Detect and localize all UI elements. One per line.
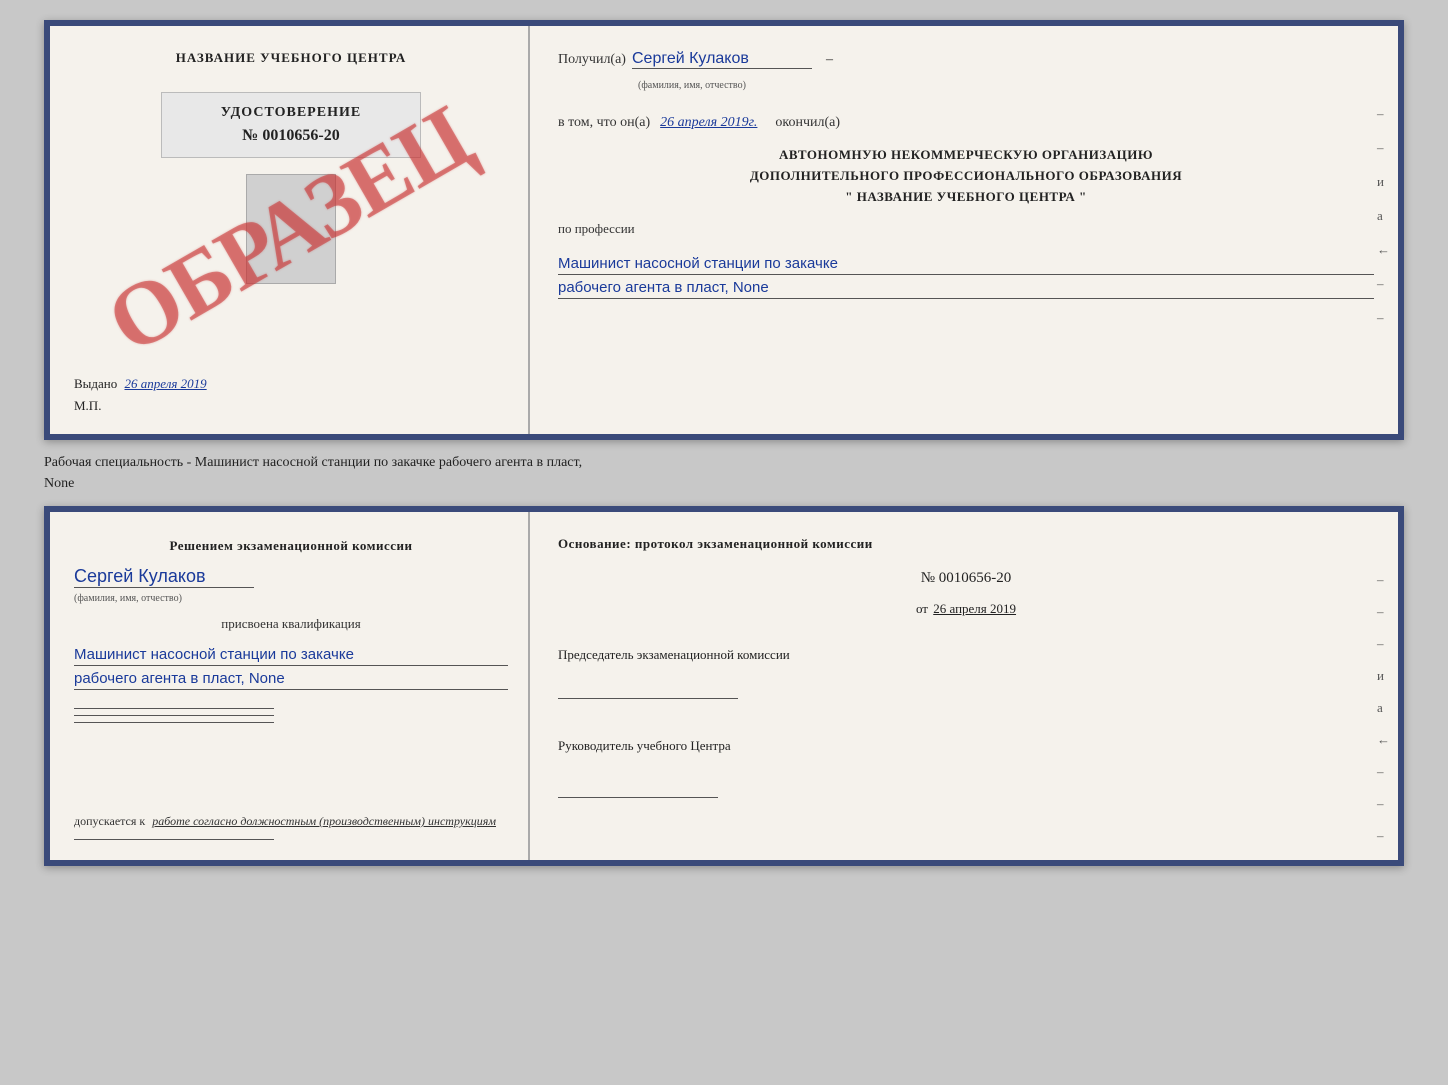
h-line-1 bbox=[74, 708, 274, 709]
right-margin-marks: – – и а ← – – bbox=[1377, 106, 1390, 326]
prisvoena-label: присвоена квалификация bbox=[74, 616, 508, 632]
block-line3: " НАЗВАНИЕ УЧЕБНОГО ЦЕНТРА " bbox=[558, 187, 1374, 208]
h-lines-block bbox=[74, 708, 508, 723]
profession-line2: рабочего агента в пласт, None bbox=[558, 279, 1374, 299]
predsedatel-block: Председатель экзаменационной комиссии bbox=[558, 635, 1374, 704]
h-line-2 bbox=[74, 715, 274, 716]
photo-placeholder bbox=[246, 174, 336, 284]
top-right-panel: Получил(а) Сергей Кулаков – (фамилия, им… bbox=[530, 26, 1398, 434]
okonchil-label: окончил(а) bbox=[775, 115, 840, 131]
bottom-document: Решением экзаменационной комиссии Сергей… bbox=[44, 506, 1404, 866]
qualification-lines: Машинист насосной станции по закачке раб… bbox=[74, 642, 508, 690]
vydano-date: 26 апреля 2019 bbox=[125, 376, 207, 391]
bottom-right-panel: Основание: протокол экзаменационной коми… bbox=[530, 512, 1398, 860]
separator-text: Рабочая специальность - Машинист насосно… bbox=[44, 452, 1404, 494]
bottom-left-panel: Решением экзаменационной комиссии Сергей… bbox=[50, 512, 530, 860]
block-line1: АВТОНОМНУЮ НЕКОММЕРЧЕСКУЮ ОРГАНИЗАЦИЮ bbox=[558, 145, 1374, 166]
top-document: НАЗВАНИЕ УЧЕБНОГО ЦЕНТРА ОБРАЗЕЦ УДОСТОВ… bbox=[44, 20, 1404, 440]
predsedatel-label: Председатель экзаменационной комиссии bbox=[558, 647, 1374, 663]
h-line-bottom bbox=[74, 839, 274, 840]
separator-line1: Рабочая специальность - Машинист насосно… bbox=[44, 452, 1404, 473]
top-left-panel: НАЗВАНИЕ УЧЕБНОГО ЦЕНТРА ОБРАЗЕЦ УДОСТОВ… bbox=[50, 26, 530, 434]
vtom-value: 26 апреля 2019г. bbox=[660, 115, 757, 131]
block-line2: ДОПОЛНИТЕЛЬНОГО ПРОФЕССИОНАЛЬНОГО ОБРАЗО… bbox=[558, 166, 1374, 187]
familiya-subtitle: (фамилия, имя, отчество) bbox=[638, 80, 746, 91]
vtom-row: в том, что он(а) 26 апреля 2019г. окончи… bbox=[558, 115, 1374, 131]
top-center-title: НАЗВАНИЕ УЧЕБНОГО ЦЕНТРА bbox=[176, 50, 407, 66]
separator-line2: None bbox=[44, 473, 1404, 494]
poluchil-label: Получил(а) bbox=[558, 52, 626, 68]
dopuskaetsya-label: допускается к bbox=[74, 814, 145, 828]
poluchil-value: Сергей Кулаков bbox=[632, 50, 812, 69]
h-line-3 bbox=[74, 722, 274, 723]
resheniem-title: Решением экзаменационной комиссии bbox=[74, 536, 508, 556]
qual-line2: рабочего агента в пласт, None bbox=[74, 670, 508, 690]
dopuskaetsya-row: допускается к работе согласно должностны… bbox=[74, 814, 508, 829]
center-block: АВТОНОМНУЮ НЕКОММЕРЧЕСКУЮ ОРГАНИЗАЦИЮ ДО… bbox=[558, 145, 1374, 207]
vtom-label: в том, что он(а) bbox=[558, 115, 650, 131]
mp-label: М.П. bbox=[74, 398, 101, 414]
rukovoditel-block: Руководитель учебного Центра bbox=[558, 726, 1374, 803]
predsedatel-signature bbox=[558, 679, 738, 699]
profession-line1: Машинист насосной станции по закачке bbox=[558, 255, 1374, 275]
right-margin-marks-bottom: – – – и а ← – – – bbox=[1377, 572, 1390, 844]
ot-date-value: 26 апреля 2019 bbox=[933, 601, 1016, 616]
udostoverenie-number: № 0010656-20 bbox=[178, 127, 404, 145]
vydano-line: Выдано 26 апреля 2019 bbox=[74, 366, 207, 392]
familiya-label-bottom: (фамилия, имя, отчество) bbox=[74, 593, 182, 604]
qual-line1: Машинист насосной станции по закачке bbox=[74, 646, 508, 666]
udostoverenie-title: УДОСТОВЕРЕНИЕ bbox=[178, 105, 404, 121]
protocol-number-text: № 0010656-20 bbox=[921, 570, 1012, 586]
profession-lines: Машинист насосной станции по закачке раб… bbox=[558, 251, 1374, 299]
udostoverenie-box: УДОСТОВЕРЕНИЕ № 0010656-20 bbox=[161, 92, 421, 158]
poluchil-row: Получил(а) Сергей Кулаков – bbox=[558, 50, 1374, 69]
dopuskaetsya-value: работе согласно должностным (производств… bbox=[152, 814, 496, 828]
osnovaniye-title: Основание: протокол экзаменационной коми… bbox=[558, 536, 1374, 552]
po-professii-label: по профессии bbox=[558, 221, 1374, 237]
ot-date-row: от 26 апреля 2019 bbox=[558, 601, 1374, 617]
rukovoditel-signature bbox=[558, 778, 718, 798]
ot-label: от bbox=[916, 601, 928, 616]
name-row: Сергей Кулаков (фамилия, имя, отчество) bbox=[74, 566, 508, 606]
rukovoditel-label: Руководитель учебного Центра bbox=[558, 738, 1374, 754]
name-value: Сергей Кулаков bbox=[74, 566, 254, 588]
vydano-label: Выдано bbox=[74, 376, 117, 391]
protocol-number: № 0010656-20 bbox=[558, 570, 1374, 587]
